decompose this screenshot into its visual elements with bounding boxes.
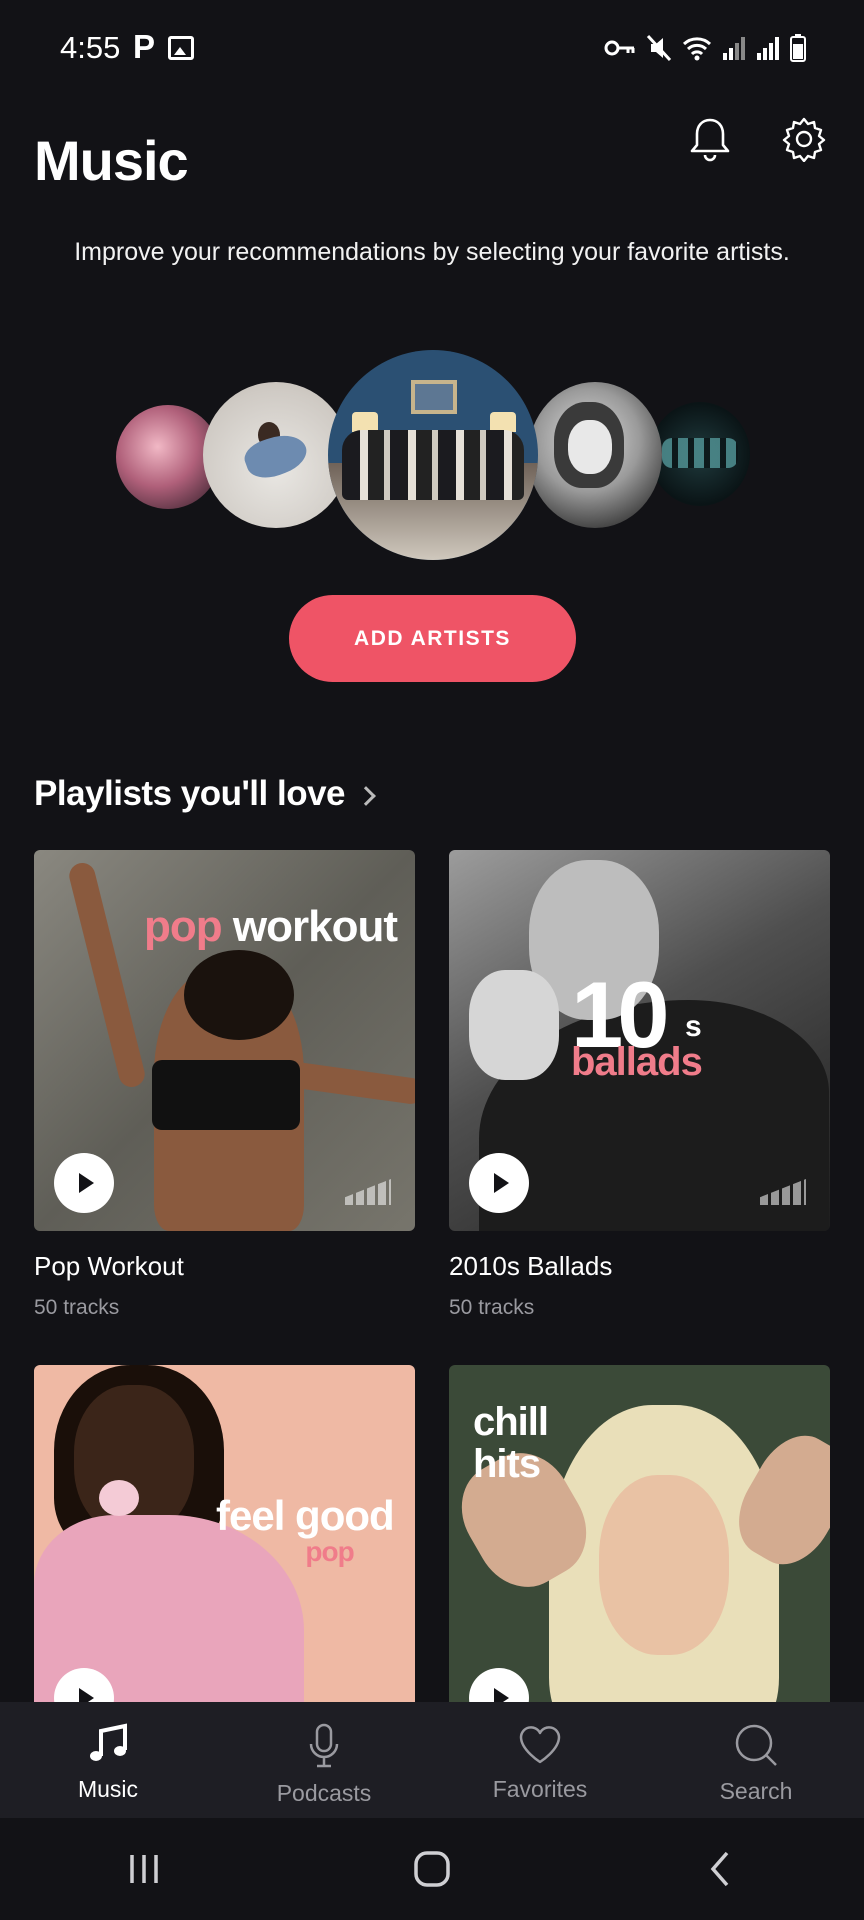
- cover-title: chill hits: [473, 1400, 549, 1486]
- playlist-card[interactable]: feel good pop: [34, 1365, 415, 1746]
- deezer-logo-icon: [345, 1179, 391, 1205]
- vpn-key-icon: [604, 40, 635, 56]
- artist-avatar[interactable]: [328, 350, 538, 560]
- nav-item-podcasts[interactable]: Podcasts: [216, 1702, 432, 1818]
- chevron-right-icon: [356, 786, 376, 806]
- recent-apps-button[interactable]: [114, 1839, 174, 1899]
- back-button[interactable]: [690, 1839, 750, 1899]
- playlist-track-count: 50 tracks: [34, 1296, 120, 1319]
- artist-carousel: [0, 340, 864, 580]
- playlist-cover[interactable]: 10 s ballads: [449, 850, 830, 1231]
- gear-icon: [782, 117, 826, 162]
- nav-item-search[interactable]: Search: [648, 1702, 864, 1818]
- recommendations-intro: Improve your recommendations by selectin…: [74, 238, 790, 266]
- nav-label: Music: [77, 1776, 139, 1802]
- playlist-cover[interactable]: chill hits: [449, 1365, 830, 1746]
- nav-label: Favorites: [492, 1776, 588, 1802]
- gallery-notification-icon: [168, 36, 194, 60]
- music-note-icon: [90, 1723, 127, 1761]
- playlist-track-count: 50 tracks: [449, 1296, 535, 1319]
- page-title: Music: [34, 129, 189, 192]
- mute-icon: [646, 34, 672, 62]
- status-time: 4:55: [60, 30, 121, 65]
- add-artists-button[interactable]: ADD ARTISTS: [289, 595, 576, 682]
- home-button[interactable]: [402, 1839, 462, 1899]
- play-button[interactable]: [54, 1153, 114, 1213]
- section-title: Playlists you'll love: [34, 774, 346, 813]
- home-icon: [414, 1851, 450, 1887]
- playlist-title: 2010s Ballads: [449, 1251, 613, 1281]
- signal-icon-2: [757, 37, 779, 60]
- playlist-card[interactable]: 10 s ballads 2010s Ballads 50 tracks: [449, 850, 830, 1320]
- playlist-cover[interactable]: pop workout: [34, 850, 415, 1231]
- nav-label: Search: [719, 1778, 793, 1804]
- nav-item-music[interactable]: Music: [0, 1702, 216, 1818]
- recent-apps-icon: [130, 1855, 158, 1883]
- playlist-card[interactable]: chill hits: [449, 1365, 830, 1746]
- nav-item-favorites[interactable]: Favorites: [432, 1702, 648, 1818]
- artist-avatar[interactable]: [528, 382, 662, 528]
- signal-icon-1: [723, 37, 745, 60]
- play-button[interactable]: [469, 1153, 529, 1213]
- cover-title: pop workout: [144, 902, 398, 951]
- cover-title-accent: ballads: [571, 1040, 703, 1084]
- settings-button[interactable]: [778, 113, 830, 165]
- bell-icon: [690, 118, 730, 162]
- status-icons: [604, 30, 806, 66]
- cover-title-suffix: s: [685, 1010, 702, 1043]
- cover-title: feel good pop: [216, 1492, 395, 1568]
- microphone-icon: [309, 1723, 339, 1768]
- status-bar: 4:55 P: [0, 0, 864, 96]
- playlist-title: Pop Workout: [34, 1251, 184, 1281]
- status-carrier-letter: P: [133, 28, 156, 65]
- system-navigation-bar: [0, 1818, 864, 1920]
- battery-icon: [790, 34, 806, 62]
- artist-avatar[interactable]: [650, 402, 750, 506]
- back-icon: [710, 1851, 729, 1887]
- playlists-section-header[interactable]: Playlists you'll love: [34, 774, 376, 814]
- nav-label: Podcasts: [276, 1780, 372, 1806]
- wifi-icon: [682, 37, 712, 61]
- bottom-navigation: Music Podcasts Favorites Search: [0, 1702, 864, 1818]
- playlist-card[interactable]: pop workout Pop Workout 50 tracks: [34, 850, 415, 1320]
- playlist-cover[interactable]: feel good pop: [34, 1365, 415, 1746]
- notifications-button[interactable]: [684, 113, 736, 165]
- heart-icon: [519, 1726, 561, 1764]
- search-icon: [735, 1724, 777, 1766]
